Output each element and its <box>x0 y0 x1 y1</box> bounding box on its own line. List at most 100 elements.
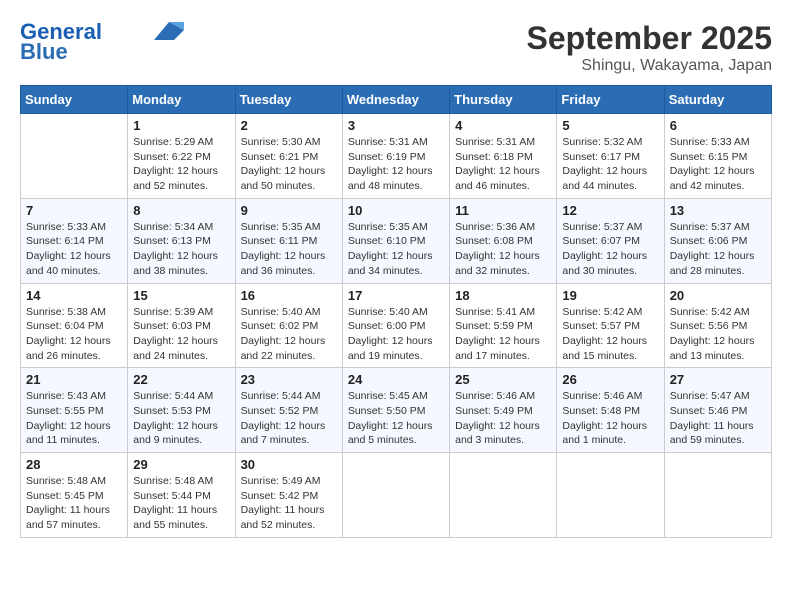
calendar-cell: 17Sunrise: 5:40 AMSunset: 6:00 PMDayligh… <box>342 283 449 368</box>
day-info: Sunrise: 5:43 AMSunset: 5:55 PMDaylight:… <box>26 389 122 448</box>
header-tuesday: Tuesday <box>235 86 342 114</box>
calendar-week-4: 28 Sunrise: 5:48 AMSunset: 5:45 PMDayligh… <box>21 453 772 538</box>
day-number: 19 <box>562 288 658 303</box>
calendar-cell: 5 Sunrise: 5:32 AMSunset: 6:17 PMDaylight… <box>557 114 664 199</box>
day-number: 8 <box>133 203 229 218</box>
header-thursday: Thursday <box>450 86 557 114</box>
day-info: Sunrise: 5:40 AMSunset: 6:02 PMDaylight:… <box>241 305 337 364</box>
calendar-cell: 9 Sunrise: 5:35 AMSunset: 6:11 PMDaylight… <box>235 198 342 283</box>
page-header: General Blue September 2025 Shingu, Waka… <box>20 20 772 75</box>
calendar-week-1: 7 Sunrise: 5:33 AMSunset: 6:14 PMDaylight… <box>21 198 772 283</box>
day-number: 5 <box>562 118 658 133</box>
calendar-cell: 2 Sunrise: 5:30 AMSunset: 6:21 PMDaylight… <box>235 114 342 199</box>
calendar-week-3: 21Sunrise: 5:43 AMSunset: 5:55 PMDayligh… <box>21 368 772 453</box>
day-info: Sunrise: 5:44 AMSunset: 5:52 PMDaylight:… <box>241 389 337 448</box>
day-number: 9 <box>241 203 337 218</box>
day-info: Sunrise: 5:37 AMSunset: 6:06 PMDaylight:… <box>670 220 766 279</box>
day-number: 14 <box>26 288 122 303</box>
day-number: 12 <box>562 203 658 218</box>
calendar-cell: 28 Sunrise: 5:48 AMSunset: 5:45 PMDayligh… <box>21 453 128 538</box>
calendar-cell: 10 Sunrise: 5:35 AMSunset: 6:10 PMDayligh… <box>342 198 449 283</box>
calendar-cell: 29 Sunrise: 5:48 AMSunset: 5:44 PMDayligh… <box>128 453 235 538</box>
day-info: Sunrise: 5:33 AMSunset: 6:15 PMDaylight:… <box>670 135 766 194</box>
day-number: 7 <box>26 203 122 218</box>
day-info: Sunrise: 5:45 AMSunset: 5:50 PMDaylight:… <box>348 389 444 448</box>
day-number: 4 <box>455 118 551 133</box>
day-number: 30 <box>241 457 337 472</box>
day-info: Sunrise: 5:39 AMSunset: 6:03 PMDaylight:… <box>133 305 229 364</box>
day-info: Sunrise: 5:30 AMSunset: 6:21 PMDaylight:… <box>241 135 337 194</box>
day-info: Sunrise: 5:48 AMSunset: 5:45 PMDaylight:… <box>26 474 122 533</box>
calendar-cell: 26Sunrise: 5:46 AMSunset: 5:48 PMDayligh… <box>557 368 664 453</box>
day-info: Sunrise: 5:35 AMSunset: 6:10 PMDaylight:… <box>348 220 444 279</box>
day-number: 20 <box>670 288 766 303</box>
header-friday: Friday <box>557 86 664 114</box>
day-number: 27 <box>670 372 766 387</box>
day-number: 22 <box>133 372 229 387</box>
calendar-cell: 27 Sunrise: 5:47 AMSunset: 5:46 PMDayligh… <box>664 368 771 453</box>
day-info: Sunrise: 5:48 AMSunset: 5:44 PMDaylight:… <box>133 474 229 533</box>
calendar-cell: 16 Sunrise: 5:40 AMSunset: 6:02 PMDayligh… <box>235 283 342 368</box>
calendar-cell: 11Sunrise: 5:36 AMSunset: 6:08 PMDayligh… <box>450 198 557 283</box>
calendar-cell: 13Sunrise: 5:37 AMSunset: 6:06 PMDayligh… <box>664 198 771 283</box>
day-number: 16 <box>241 288 337 303</box>
day-info: Sunrise: 5:47 AMSunset: 5:46 PMDaylight:… <box>670 389 766 448</box>
day-number: 10 <box>348 203 444 218</box>
day-number: 2 <box>241 118 337 133</box>
day-info: Sunrise: 5:31 AMSunset: 6:18 PMDaylight:… <box>455 135 551 194</box>
title-block: September 2025 Shingu, Wakayama, Japan <box>527 20 772 75</box>
calendar-cell: 25 Sunrise: 5:46 AMSunset: 5:49 PMDayligh… <box>450 368 557 453</box>
day-number: 3 <box>348 118 444 133</box>
day-number: 28 <box>26 457 122 472</box>
day-info: Sunrise: 5:36 AMSunset: 6:08 PMDaylight:… <box>455 220 551 279</box>
day-number: 6 <box>670 118 766 133</box>
day-info: Sunrise: 5:44 AMSunset: 5:53 PMDaylight:… <box>133 389 229 448</box>
calendar-cell: 24 Sunrise: 5:45 AMSunset: 5:50 PMDayligh… <box>342 368 449 453</box>
header-saturday: Saturday <box>664 86 771 114</box>
day-info: Sunrise: 5:49 AMSunset: 5:42 PMDaylight:… <box>241 474 337 533</box>
day-number: 25 <box>455 372 551 387</box>
calendar-cell: 15 Sunrise: 5:39 AMSunset: 6:03 PMDayligh… <box>128 283 235 368</box>
calendar-cell: 12 Sunrise: 5:37 AMSunset: 6:07 PMDayligh… <box>557 198 664 283</box>
calendar-cell: 30 Sunrise: 5:49 AMSunset: 5:42 PMDayligh… <box>235 453 342 538</box>
calendar-cell: 7 Sunrise: 5:33 AMSunset: 6:14 PMDaylight… <box>21 198 128 283</box>
calendar-cell: 1 Sunrise: 5:29 AMSunset: 6:22 PMDaylight… <box>128 114 235 199</box>
logo: General Blue <box>20 20 184 64</box>
day-info: Sunrise: 5:32 AMSunset: 6:17 PMDaylight:… <box>562 135 658 194</box>
day-info: Sunrise: 5:37 AMSunset: 6:07 PMDaylight:… <box>562 220 658 279</box>
day-number: 29 <box>133 457 229 472</box>
calendar-week-0: 1 Sunrise: 5:29 AMSunset: 6:22 PMDaylight… <box>21 114 772 199</box>
day-info: Sunrise: 5:34 AMSunset: 6:13 PMDaylight:… <box>133 220 229 279</box>
calendar-cell: 21Sunrise: 5:43 AMSunset: 5:55 PMDayligh… <box>21 368 128 453</box>
calendar-cell: 22 Sunrise: 5:44 AMSunset: 5:53 PMDayligh… <box>128 368 235 453</box>
calendar-cell: 14 Sunrise: 5:38 AMSunset: 6:04 PMDayligh… <box>21 283 128 368</box>
day-info: Sunrise: 5:33 AMSunset: 6:14 PMDaylight:… <box>26 220 122 279</box>
calendar-cell: 6 Sunrise: 5:33 AMSunset: 6:15 PMDaylight… <box>664 114 771 199</box>
calendar-subtitle: Shingu, Wakayama, Japan <box>527 57 772 75</box>
day-number: 15 <box>133 288 229 303</box>
day-info: Sunrise: 5:46 AMSunset: 5:49 PMDaylight:… <box>455 389 551 448</box>
day-info: Sunrise: 5:35 AMSunset: 6:11 PMDaylight:… <box>241 220 337 279</box>
day-info: Sunrise: 5:29 AMSunset: 6:22 PMDaylight:… <box>133 135 229 194</box>
day-info: Sunrise: 5:31 AMSunset: 6:19 PMDaylight:… <box>348 135 444 194</box>
header-monday: Monday <box>128 86 235 114</box>
calendar-cell <box>21 114 128 199</box>
calendar-cell <box>342 453 449 538</box>
calendar-table: SundayMondayTuesdayWednesdayThursdayFrid… <box>20 85 772 538</box>
calendar-week-2: 14 Sunrise: 5:38 AMSunset: 6:04 PMDayligh… <box>21 283 772 368</box>
calendar-cell: 3 Sunrise: 5:31 AMSunset: 6:19 PMDaylight… <box>342 114 449 199</box>
day-info: Sunrise: 5:46 AMSunset: 5:48 PMDaylight:… <box>562 389 658 448</box>
day-info: Sunrise: 5:38 AMSunset: 6:04 PMDaylight:… <box>26 305 122 364</box>
calendar-cell: 20Sunrise: 5:42 AMSunset: 5:56 PMDayligh… <box>664 283 771 368</box>
logo-blue: Blue <box>20 39 68 64</box>
day-number: 18 <box>455 288 551 303</box>
calendar-cell: 4 Sunrise: 5:31 AMSunset: 6:18 PMDaylight… <box>450 114 557 199</box>
calendar-cell: 18Sunrise: 5:41 AMSunset: 5:59 PMDayligh… <box>450 283 557 368</box>
header-wednesday: Wednesday <box>342 86 449 114</box>
header-sunday: Sunday <box>21 86 128 114</box>
calendar-title: September 2025 <box>527 20 772 57</box>
calendar-cell: 23Sunrise: 5:44 AMSunset: 5:52 PMDayligh… <box>235 368 342 453</box>
day-number: 24 <box>348 372 444 387</box>
calendar-cell: 8 Sunrise: 5:34 AMSunset: 6:13 PMDaylight… <box>128 198 235 283</box>
day-number: 1 <box>133 118 229 133</box>
